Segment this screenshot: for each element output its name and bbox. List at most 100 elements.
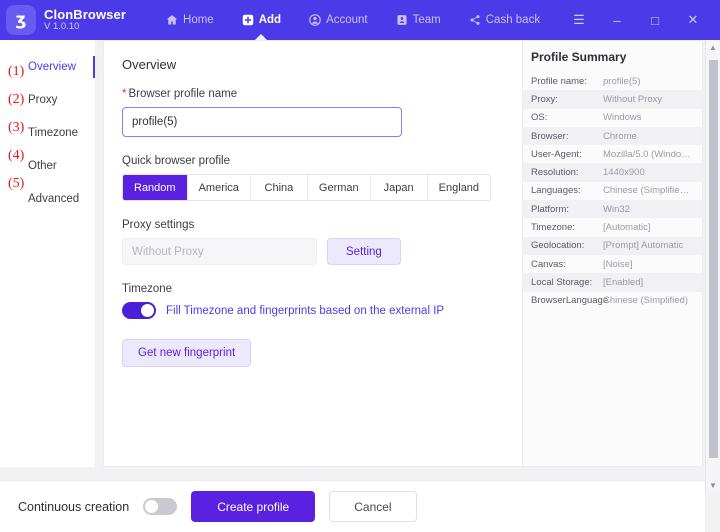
summary-key: User-Agent:	[531, 148, 582, 160]
summary-key: Browser:	[531, 130, 569, 142]
nav-label-cash-back: Cash back	[485, 14, 541, 26]
timezone-row: Fill Timezone and fingerprints based on …	[122, 302, 504, 319]
required-mark: *	[122, 88, 127, 100]
panel-title: Overview	[122, 57, 177, 72]
nav-item-team[interactable]: Team	[382, 0, 455, 40]
menu-icon[interactable]: ☰	[560, 6, 598, 34]
summary-value: Win32	[603, 203, 630, 215]
nav-item-home[interactable]: Home	[152, 0, 228, 40]
profile-name-label: * Browser profile name	[122, 88, 504, 100]
quick-profile-japan[interactable]: Japan	[370, 175, 428, 200]
toggle-knob	[145, 500, 159, 513]
get-new-fingerprint-button[interactable]: Get new fingerprint	[122, 339, 252, 367]
vertical-scrollbar[interactable]: ▲ ▼	[705, 40, 720, 492]
scrollbar-track[interactable]	[706, 54, 720, 478]
quick-profile-german[interactable]: German	[307, 175, 371, 200]
quick-profile-america[interactable]: America	[187, 175, 251, 200]
contact-card-icon	[396, 14, 408, 26]
nav-item-account[interactable]: Account	[295, 0, 382, 40]
summary-row: Timezone: [Automatic]	[523, 218, 702, 236]
summary-row: Canvas: [Noise]	[523, 255, 702, 273]
summary-row: OS: Windows	[523, 109, 702, 127]
active-indicator	[92, 56, 95, 78]
scroll-up-icon[interactable]: ▲	[706, 40, 720, 54]
window-controls: ☰ – □ ✕	[560, 6, 712, 34]
clonbrowser-window: ʒ ClonBrowser V 1.0.10 Home Add Account …	[0, 0, 720, 532]
app-name: ClonBrowser	[44, 6, 127, 22]
proxy-input[interactable]	[122, 238, 317, 265]
sidebar-label-other: Other	[28, 159, 57, 172]
summary-key: Resolution:	[531, 167, 579, 179]
sidebar-item-overview[interactable]: Overview	[0, 50, 95, 83]
body-area: Overview Proxy Timezone Other Advanced O…	[0, 40, 720, 532]
brand: ʒ ClonBrowser V 1.0.10	[6, 5, 126, 35]
minimize-icon[interactable]: –	[598, 6, 636, 34]
summary-title: Profile Summary	[531, 50, 627, 64]
summary-value: [Enabled]	[603, 276, 644, 288]
home-icon	[166, 14, 178, 26]
quick-profile-random[interactable]: Random	[123, 175, 188, 200]
scroll-down-icon[interactable]: ▼	[706, 478, 720, 492]
continuous-creation-toggle[interactable]	[143, 498, 178, 515]
toggle-knob	[141, 304, 154, 317]
proxy-settings-label: Proxy settings	[122, 219, 195, 231]
quick-profile-england[interactable]: England	[427, 175, 491, 200]
footer-bar: Continuous creation Create profile Cance…	[0, 480, 705, 532]
timezone-toggle[interactable]	[122, 302, 156, 319]
main-column: Overview *Browser profile name Quick bro…	[95, 40, 720, 532]
sidebar-item-other[interactable]: Other	[0, 149, 95, 182]
summary-key: Languages:	[531, 185, 581, 197]
summary-value: Chrome	[603, 130, 637, 142]
sidebar-item-proxy[interactable]: Proxy	[0, 83, 95, 116]
profile-name-input[interactable]	[122, 107, 402, 137]
summary-key: Profile name:	[531, 75, 587, 87]
sidebar-item-timezone[interactable]: Timezone	[0, 116, 95, 149]
app-version: V 1.0.10	[44, 21, 80, 33]
summary-value: Windows	[603, 112, 642, 124]
nav-label-home: Home	[183, 14, 214, 26]
create-profile-button[interactable]: Create profile	[191, 491, 316, 522]
proxy-setting-button[interactable]: Setting	[327, 238, 401, 265]
summary-value: Mozilla/5.0 (Windows NT 1...	[603, 148, 694, 160]
summary-value: Without Proxy	[603, 93, 663, 105]
nav-item-add[interactable]: Add	[228, 0, 295, 41]
sidebar-label-timezone: Timezone	[28, 126, 79, 139]
title-bar: ʒ ClonBrowser V 1.0.10 Home Add Account …	[0, 0, 720, 41]
proxy-row: Setting	[122, 238, 504, 265]
summary-row: Platform: Win32	[523, 200, 702, 219]
sidebar-item-advanced[interactable]: Advanced	[0, 182, 95, 215]
summary-value: 1440x900	[603, 167, 645, 179]
continuous-creation-label: Continuous creation	[18, 499, 130, 514]
main-nav: Home Add Account Team Cash back	[152, 0, 554, 41]
summary-row: Browser: Chrome	[523, 126, 702, 146]
brand-text: ClonBrowser V 1.0.10	[44, 8, 126, 33]
summary-value: profile(5)	[603, 75, 641, 87]
nav-item-cash-back[interactable]: Cash back	[455, 0, 554, 40]
settings-sidebar: Overview Proxy Timezone Other Advanced	[0, 40, 95, 467]
summary-row: Resolution: 1440x900	[523, 163, 702, 182]
quick-profile-china[interactable]: China	[250, 175, 308, 200]
summary-key: Platform:	[531, 203, 570, 215]
nav-label-team: Team	[412, 14, 441, 26]
summary-value: [Automatic]	[603, 222, 651, 234]
plus-square-icon	[242, 14, 254, 26]
sidebar-label-proxy: Proxy	[28, 93, 58, 106]
summary-key: Proxy:	[531, 93, 558, 105]
summary-row: Profile name: profile(5)	[523, 72, 702, 90]
share-icon	[469, 14, 481, 26]
maximize-icon[interactable]: □	[636, 6, 674, 34]
summary-row: Proxy: Without Proxy	[523, 90, 702, 109]
summary-key: Timezone:	[531, 222, 575, 234]
scrollbar-thumb[interactable]	[708, 60, 718, 458]
summary-value: [Noise]	[603, 258, 633, 270]
app-logo-icon: ʒ	[6, 5, 36, 35]
cancel-button[interactable]: Cancel	[329, 491, 417, 522]
timezone-label: Timezone	[122, 283, 173, 295]
summary-row: Local Storage: [Enabled]	[523, 273, 702, 292]
summary-key: BrowserLanguage	[531, 295, 609, 307]
close-icon[interactable]: ✕	[674, 6, 712, 34]
summary-row: User-Agent: Mozilla/5.0 (Windows NT 1...	[523, 145, 702, 163]
summary-key: Canvas:	[531, 258, 566, 270]
